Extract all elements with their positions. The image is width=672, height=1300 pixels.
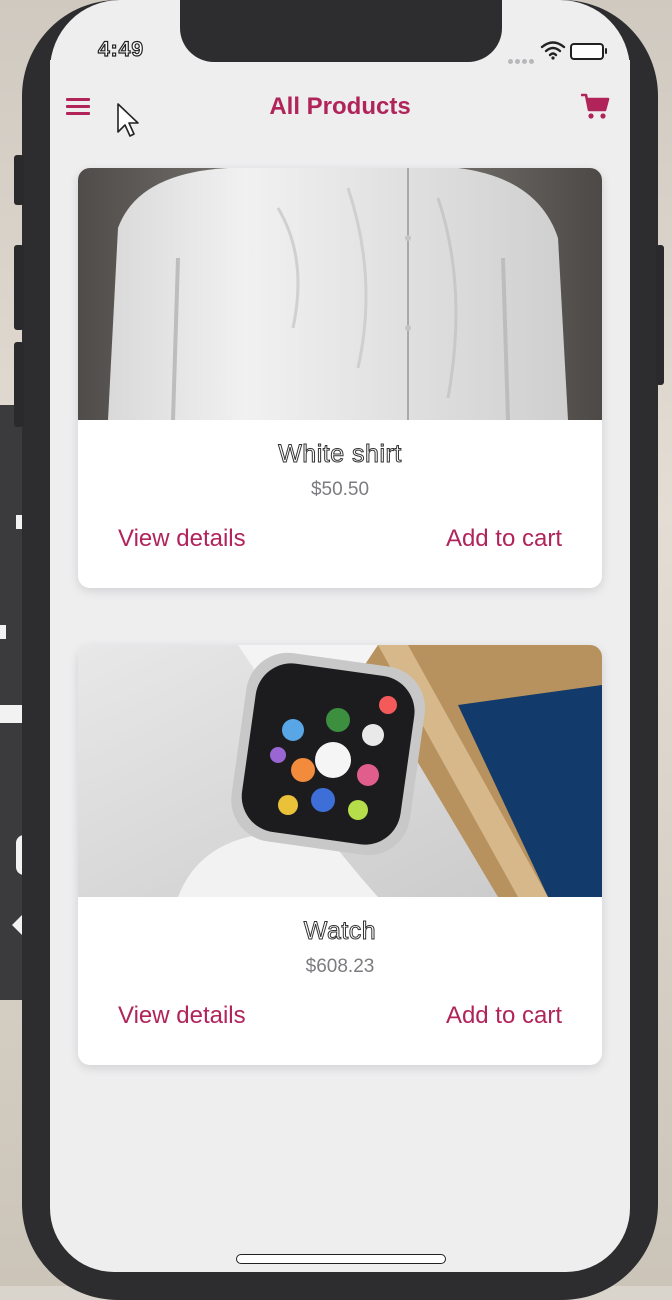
hamburger-menu-icon[interactable]: [66, 98, 90, 116]
product-name: White shirt: [278, 440, 402, 469]
white-shirt-photo[interactable]: [78, 168, 602, 420]
volume-down-button: [14, 342, 24, 427]
add-to-cart-button[interactable]: Add to cart: [446, 1002, 562, 1030]
home-indicator[interactable]: [236, 1254, 446, 1264]
mute-switch: [14, 155, 24, 205]
camera-notch: [180, 0, 502, 62]
add-to-cart-button[interactable]: Add to cart: [446, 525, 562, 553]
view-details-button[interactable]: View details: [118, 525, 246, 553]
view-details-button[interactable]: View details: [118, 1002, 246, 1030]
product-name: Watch: [303, 917, 377, 946]
signal-dots-icon: [508, 51, 536, 69]
power-button: [656, 245, 664, 385]
product-price: $50.50: [310, 479, 370, 500]
wifi-icon: [540, 41, 566, 60]
status-time: 4:49: [97, 37, 145, 61]
status-icons: [508, 40, 608, 64]
product-card: Watch $608.23 View details Add to cart: [78, 645, 602, 1065]
battery-icon: [570, 43, 607, 60]
volume-up-button: [14, 245, 24, 330]
page-title: All Products: [269, 93, 411, 120]
smartwatch-photo[interactable]: [78, 645, 602, 897]
background-window-edge: [0, 405, 24, 1000]
shopping-cart-icon[interactable]: [580, 92, 610, 122]
product-price: $608.23: [305, 956, 375, 977]
product-card: White shirt $50.50 View details Add to c…: [78, 168, 602, 588]
mouse-pointer-icon: [117, 103, 139, 137]
